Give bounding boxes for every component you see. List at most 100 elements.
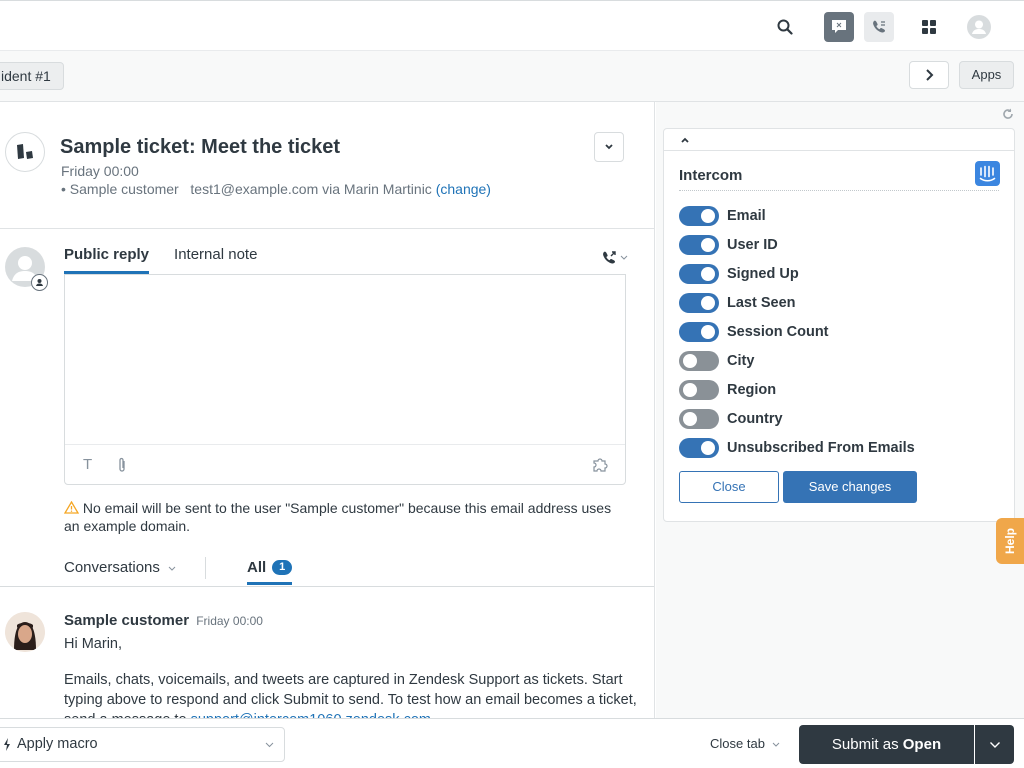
attribute-toggles: Email User ID Signed Up Last Seen Session Co… (679, 201, 915, 462)
submit-prefix: Submit as (831, 736, 899, 753)
zendesk-logo-icon (17, 144, 33, 159)
refresh-icon[interactable] (1002, 108, 1014, 120)
warning-text: No email will be sent to the user "Sampl… (64, 500, 612, 534)
toggle-row: Last Seen (679, 288, 915, 317)
all-label: All (247, 559, 267, 576)
intercom-title: Intercom (679, 167, 743, 184)
toggle-knob (683, 382, 697, 397)
toggle-label: Session Count (727, 323, 829, 340)
chevron-up-icon[interactable] (680, 136, 690, 144)
agent-badge-icon (31, 274, 48, 291)
apps-sidebar: Intercom Email User ID Signed Up Last Seen S… (656, 102, 1024, 718)
phone-list-icon[interactable] (864, 12, 894, 42)
customer-avatar (5, 612, 45, 652)
zendesk-logo-avatar (5, 132, 45, 172)
requester-name: • Sample customer (61, 181, 179, 197)
close-tab-label: Close tab (710, 736, 765, 751)
tab-internal-note[interactable]: Internal note (174, 246, 257, 274)
message-greeting: Hi Marin, (64, 636, 123, 652)
phone-outgoing-icon (603, 251, 616, 264)
panel-divider (679, 190, 999, 191)
tab-public-reply[interactable]: Public reply (64, 246, 150, 274)
toggle-switch[interactable] (679, 234, 719, 255)
toggle-switch[interactable] (679, 263, 719, 284)
chevron-down-icon (772, 742, 779, 747)
ticket-footer: Apply macro Close tab Submit as Open (0, 718, 1024, 768)
requester-email-via: test1@example.com via Marin Martinic (190, 181, 432, 197)
apps-button[interactable]: Apps (959, 61, 1014, 89)
toggle-knob (701, 266, 715, 281)
message-body: Hi Marin, Emails, chats, voicemails, and… (64, 634, 639, 718)
lightning-icon (4, 738, 10, 751)
toggle-row: User ID (679, 230, 915, 259)
toggle-label: Region (727, 381, 777, 398)
reply-tabs: Public reply Internal note (64, 246, 257, 274)
toggle-knob (701, 440, 715, 455)
toggle-switch[interactable] (679, 292, 719, 313)
toggle-switch[interactable] (679, 321, 719, 342)
submit-options-button[interactable] (975, 725, 1014, 764)
attachment-icon[interactable] (117, 457, 127, 474)
ticket-title: Sample ticket: Meet the ticket (60, 136, 341, 158)
toggle-switch[interactable] (679, 205, 719, 226)
submit-status: Open (902, 736, 942, 753)
message-header: Sample customer Friday 00:00 (64, 612, 263, 629)
apply-macro-label: Apply macro (17, 736, 98, 752)
conversations-dropdown[interactable]: Conversations (64, 559, 176, 576)
intercom-logo-icon (975, 161, 1000, 186)
chevron-down-icon (989, 741, 1000, 748)
next-tab-button[interactable] (909, 61, 949, 89)
panel-collapse-bar[interactable] (664, 129, 1014, 151)
top-bar (0, 0, 1024, 51)
search-icon[interactable] (770, 12, 800, 42)
help-label: Help (1002, 527, 1017, 555)
ticket-tab[interactable]: ident #1 (0, 62, 64, 90)
toggle-label: City (727, 352, 755, 369)
submit-button[interactable]: Submit as Open (799, 725, 974, 764)
reply-editor[interactable]: T (64, 274, 626, 485)
toggle-switch[interactable] (679, 437, 719, 458)
toggle-switch[interactable] (679, 350, 719, 371)
help-button[interactable]: Help (996, 518, 1024, 564)
toggle-row: City (679, 346, 915, 375)
warning-icon (63, 500, 80, 514)
apps-puzzle-icon[interactable] (593, 457, 610, 472)
change-requester-link[interactable]: (change) (436, 181, 491, 197)
user-avatar-icon[interactable] (964, 12, 994, 42)
conversations-label: Conversations (64, 559, 160, 576)
conversation-filter-bar: Conversations All 1 (0, 552, 654, 587)
close-tab-dropdown[interactable]: Close tab (710, 736, 780, 751)
ticket-header: Sample ticket: Meet the ticket Friday 00… (0, 102, 654, 229)
apply-macro-dropdown[interactable]: Apply macro (0, 727, 285, 762)
toggle-knob (701, 324, 715, 339)
toggle-label: User ID (727, 236, 778, 253)
ticket-main: Sample ticket: Meet the ticket Friday 00… (0, 102, 655, 718)
chevron-down-icon (265, 742, 274, 748)
message-author[interactable]: Sample customer (64, 612, 189, 629)
toggle-switch[interactable] (679, 379, 719, 400)
call-button[interactable] (601, 250, 628, 266)
toggle-label: Last Seen (727, 294, 796, 311)
intercom-panel: Intercom Email User ID Signed Up Last Seen S… (663, 128, 1015, 522)
toggle-knob (701, 237, 715, 252)
divider (205, 557, 206, 579)
chat-x-icon[interactable] (824, 12, 854, 42)
ticket-options-button[interactable] (594, 132, 624, 162)
toggle-label: Country (727, 410, 783, 427)
text-format-icon[interactable]: T (83, 456, 92, 473)
toggle-knob (701, 295, 715, 310)
toggle-switch[interactable] (679, 408, 719, 429)
tab-all-conversations[interactable]: All 1 (247, 559, 293, 585)
chevron-down-icon (168, 566, 176, 571)
save-changes-button[interactable]: Save changes (783, 471, 917, 503)
chevron-right-icon (926, 69, 934, 81)
toggle-row: Unsubscribed From Emails (679, 433, 915, 462)
toggle-label: Signed Up (727, 265, 799, 282)
message-time: Friday 00:00 (196, 614, 263, 628)
toggle-knob (701, 208, 715, 223)
grid-apps-icon[interactable] (914, 12, 944, 42)
toggle-label: Unsubscribed From Emails (727, 439, 915, 456)
close-button[interactable]: Close (679, 471, 779, 503)
ticket-tab-bar: ident #1 Apps (0, 51, 1024, 102)
toggle-row: Signed Up (679, 259, 915, 288)
